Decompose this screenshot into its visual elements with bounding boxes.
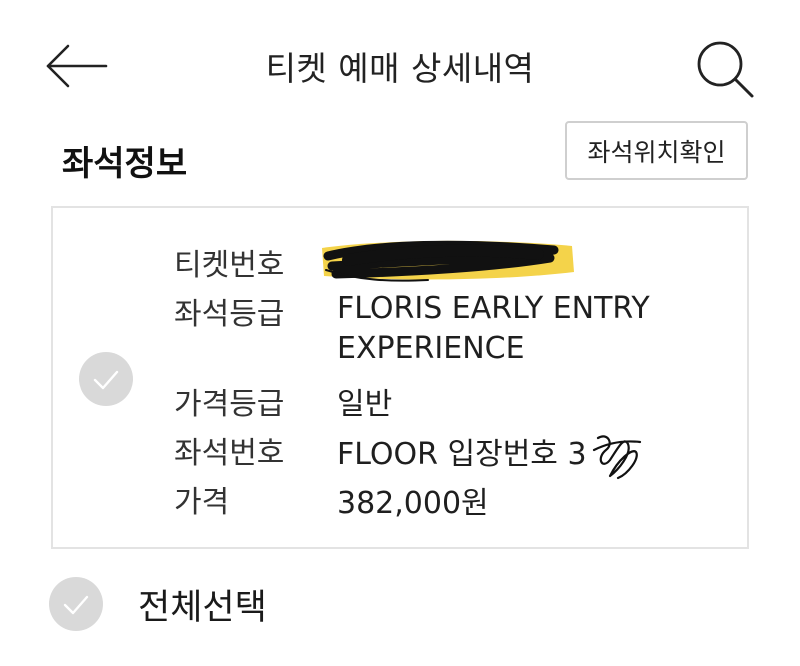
search-icon — [697, 41, 754, 98]
ticket-select-checkbox[interactable] — [79, 352, 133, 406]
price-grade-value: 일반 — [337, 387, 393, 422]
select-all-label: 전체선택 — [138, 588, 267, 628]
select-all-checkbox[interactable] — [49, 577, 103, 631]
price-grade-label: 가격등급 — [174, 387, 285, 422]
ticket-number-redaction — [322, 240, 574, 282]
ticket-number-label: 티켓번호 — [174, 248, 285, 283]
seat-number-label: 좌석번호 — [174, 436, 285, 471]
page-title: 티켓 예매 상세내역 — [265, 49, 535, 88]
seat-grade-value-line2: EXPERIENCE — [337, 331, 525, 366]
header-bar: 티켓 예매 상세내역 — [0, 0, 800, 130]
seat-location-button[interactable]: 좌석위치확인 — [565, 121, 748, 180]
search-button[interactable] — [694, 38, 756, 100]
price-label: 가격 — [174, 485, 230, 520]
check-icon — [93, 370, 119, 390]
section-title: 좌석정보 — [62, 144, 188, 184]
select-all-row[interactable]: 전체선택 — [49, 575, 449, 631]
seat-grade-value-line1: FLORIS EARLY ENTRY — [337, 291, 650, 326]
check-icon — [63, 595, 89, 615]
seat-number-value: FLOOR 입장번호 3 — [337, 437, 587, 472]
seat-number-scribble — [592, 435, 642, 480]
seat-grade-label: 좌석등급 — [174, 297, 285, 332]
price-value: 382,000원 — [337, 486, 489, 521]
